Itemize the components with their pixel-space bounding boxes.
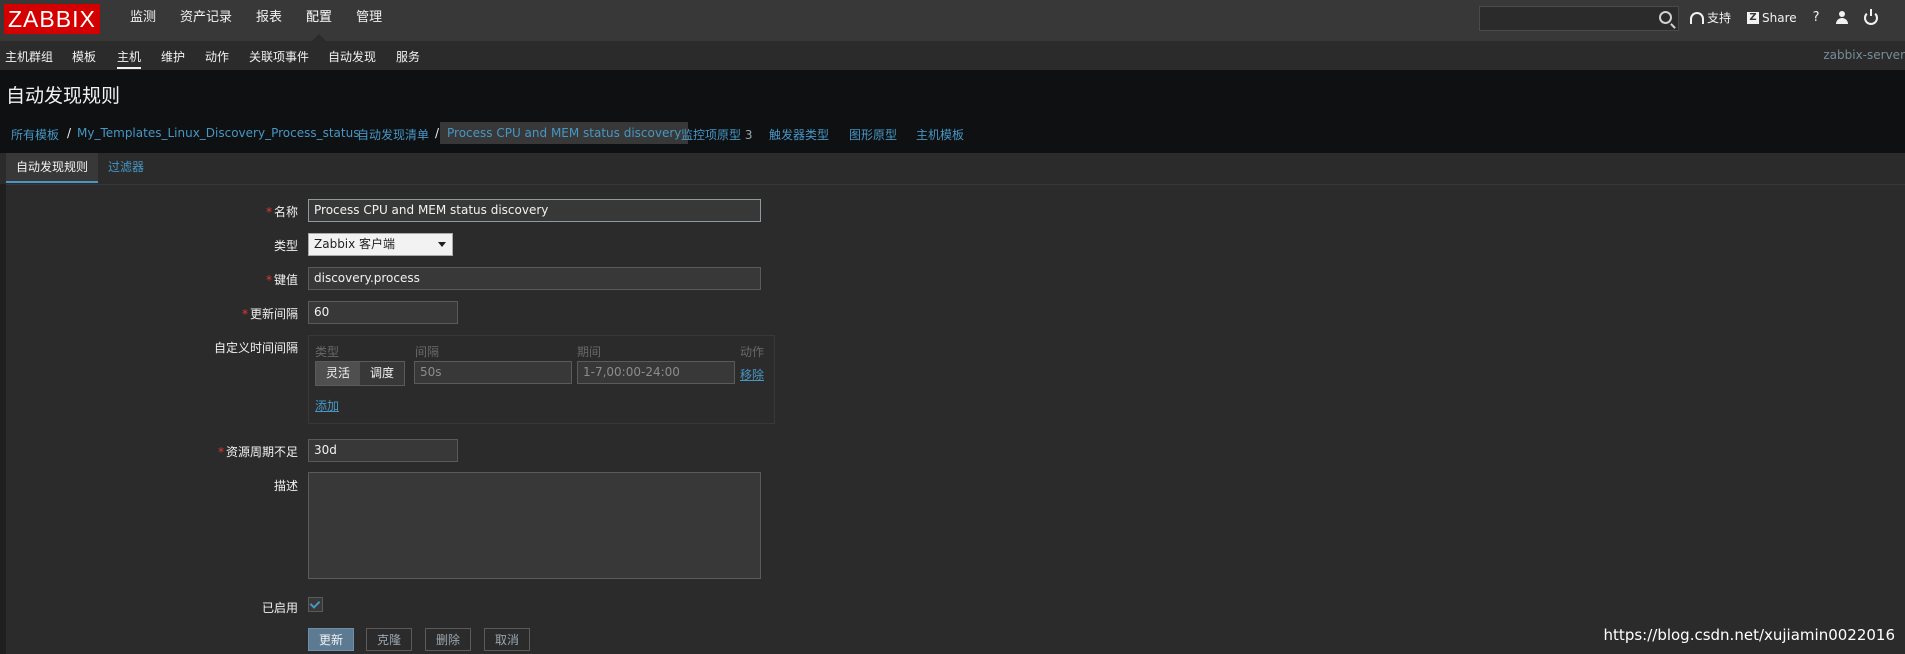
enabled-label: 已启用 <box>261 601 298 615</box>
left-border <box>0 184 6 654</box>
ci-remove-link[interactable]: 移除 <box>740 366 764 383</box>
subnav-maintenance[interactable]: 维护 <box>161 48 185 65</box>
item-prototypes-count: 3 <box>744 128 753 142</box>
subnav-event-correlation[interactable]: 关联项事件 <box>249 48 309 65</box>
name-field[interactable]: Process CPU and MEM status discovery <box>308 199 761 222</box>
subnav-host-groups[interactable]: 主机群组 <box>5 48 53 65</box>
tab-bar: 自动发现规则 过滤器 <box>6 153 1905 185</box>
ci-flexible-button[interactable]: 灵活 <box>316 362 361 385</box>
server-name: zabbix-server <box>1823 48 1905 62</box>
ci-period-field[interactable]: 1-7,00:00-24:00 <box>577 361 735 384</box>
item-prototypes-label: 监控项原型 <box>681 128 742 142</box>
breadcrumb-host-prototypes[interactable]: 主机模板 <box>916 126 964 143</box>
ci-header-interval: 间隔 <box>415 345 440 359</box>
tab-filters[interactable]: 过滤器 <box>98 153 154 181</box>
share-link[interactable]: Z Share <box>1747 11 1797 25</box>
breadcrumb-graph-prototypes[interactable]: 图形原型 <box>849 126 897 143</box>
ci-add-link[interactable]: 添加 <box>315 397 339 414</box>
description-textarea[interactable] <box>308 472 761 579</box>
key-field[interactable]: discovery.process <box>308 267 761 290</box>
zabbix-logo[interactable]: ZABBIX <box>4 4 100 34</box>
power-icon <box>1863 8 1878 25</box>
tab-discovery-rule[interactable]: 自动发现规则 <box>6 153 99 183</box>
breadcrumb-all-templates[interactable]: 所有模板 <box>11 126 59 143</box>
enabled-checkbox[interactable] <box>308 597 323 612</box>
delete-button[interactable]: 删除 <box>425 628 472 651</box>
breadcrumb-item-prototypes[interactable]: 监控项原型 3 <box>681 126 752 143</box>
name-label-text: 名称 <box>273 205 298 219</box>
chevron-down-icon <box>438 242 446 247</box>
update-interval-label: * 更新间隔 <box>241 307 298 321</box>
share-label: Share <box>1762 10 1797 25</box>
user-icon <box>1835 11 1848 24</box>
subnav-hosts[interactable]: 主机 <box>117 48 142 69</box>
subnav-discovery[interactable]: 自动发现 <box>328 48 376 65</box>
breadcrumb-discovery-list[interactable]: 自动发现清单 <box>357 126 429 143</box>
key-label-text: 键值 <box>273 273 298 287</box>
page-header: 自动发现规则 <box>0 70 1905 115</box>
top-links: 支持 Z Share ? <box>1690 0 1894 35</box>
custom-intervals-table: 类型 间隔 期间 动作 灵活 调度 50s 1-7,00:00-24:00 移除… <box>308 335 775 424</box>
sub-navigation: 主机群组 模板 主机 维护 动作 关联项事件 自动发现 服务 <box>0 41 1905 70</box>
breadcrumb-trigger-prototypes[interactable]: 触发器类型 <box>769 126 829 143</box>
update-interval-label-text: 更新间隔 <box>249 307 298 321</box>
breadcrumb: 所有模板 / My_Templates_Linux_Discovery_Proc… <box>0 115 1905 153</box>
search-input[interactable] <box>1479 6 1679 31</box>
custom-intervals-label: 自定义时间间隔 <box>213 341 298 355</box>
type-select[interactable]: Zabbix 客户端 <box>308 233 453 256</box>
clone-button[interactable]: 克隆 <box>366 628 413 651</box>
subnav-services[interactable]: 服务 <box>396 48 420 65</box>
help-icon: ? <box>1812 10 1820 25</box>
lifetime-label-text: 资源周期不足 <box>225 445 298 459</box>
subnav-actions[interactable]: 动作 <box>205 48 229 65</box>
user-profile-button[interactable] <box>1835 11 1848 24</box>
top-navigation: ZABBIX 监测 资产记录 报表 配置 管理 支持 Z Share ? <box>0 0 1905 41</box>
update-button[interactable]: 更新 <box>308 628 355 651</box>
update-interval-field[interactable]: 60 <box>308 301 458 324</box>
menu-monitoring[interactable]: 监测 <box>118 0 168 41</box>
help-button[interactable]: ? <box>1813 10 1820 25</box>
page-title: 自动发现规则 <box>6 85 121 107</box>
support-label: 支持 <box>1707 11 1732 25</box>
breadcrumb-separator: / <box>67 126 72 140</box>
key-label: * 键值 <box>265 273 298 287</box>
breadcrumb-separator: / <box>435 126 440 140</box>
type-select-value: Zabbix 客户端 <box>314 237 396 251</box>
name-label: * 名称 <box>265 205 298 219</box>
ci-type-toggle: 灵活 调度 <box>315 361 406 386</box>
breadcrumb-template[interactable]: My_Templates_Linux_Discovery_Process_sta… <box>77 126 359 140</box>
watermark: https://blog.csdn.net/xujiamin0022016 <box>1603 626 1895 644</box>
sign-out-button[interactable] <box>1863 8 1878 25</box>
lifetime-label: * 资源周期不足 <box>217 445 298 459</box>
menu-inventory[interactable]: 资产记录 <box>168 0 244 41</box>
main-menu: 监测 资产记录 报表 配置 管理 <box>118 0 394 41</box>
headset-icon <box>1690 11 1704 24</box>
menu-configuration[interactable]: 配置 <box>294 0 344 41</box>
menu-reports[interactable]: 报表 <box>244 0 294 41</box>
type-label: 类型 <box>273 239 298 253</box>
ci-scheduling-button[interactable]: 调度 <box>360 362 405 385</box>
menu-administration[interactable]: 管理 <box>344 0 394 41</box>
lifetime-field[interactable]: 30d <box>308 439 458 462</box>
cancel-button[interactable]: 取消 <box>484 628 531 651</box>
description-label: 描述 <box>273 479 298 493</box>
ci-header-type: 类型 <box>315 345 340 359</box>
breadcrumb-current[interactable]: Process CPU and MEM status discovery <box>440 122 689 144</box>
ci-header-action: 动作 <box>740 345 765 359</box>
ci-header-period: 期间 <box>577 345 602 359</box>
support-link[interactable]: 支持 <box>1690 9 1731 26</box>
subnav-templates[interactable]: 模板 <box>72 48 96 65</box>
ci-interval-field[interactable]: 50s <box>414 361 572 384</box>
search-icon[interactable] <box>1659 11 1672 24</box>
share-icon: Z <box>1747 11 1760 24</box>
